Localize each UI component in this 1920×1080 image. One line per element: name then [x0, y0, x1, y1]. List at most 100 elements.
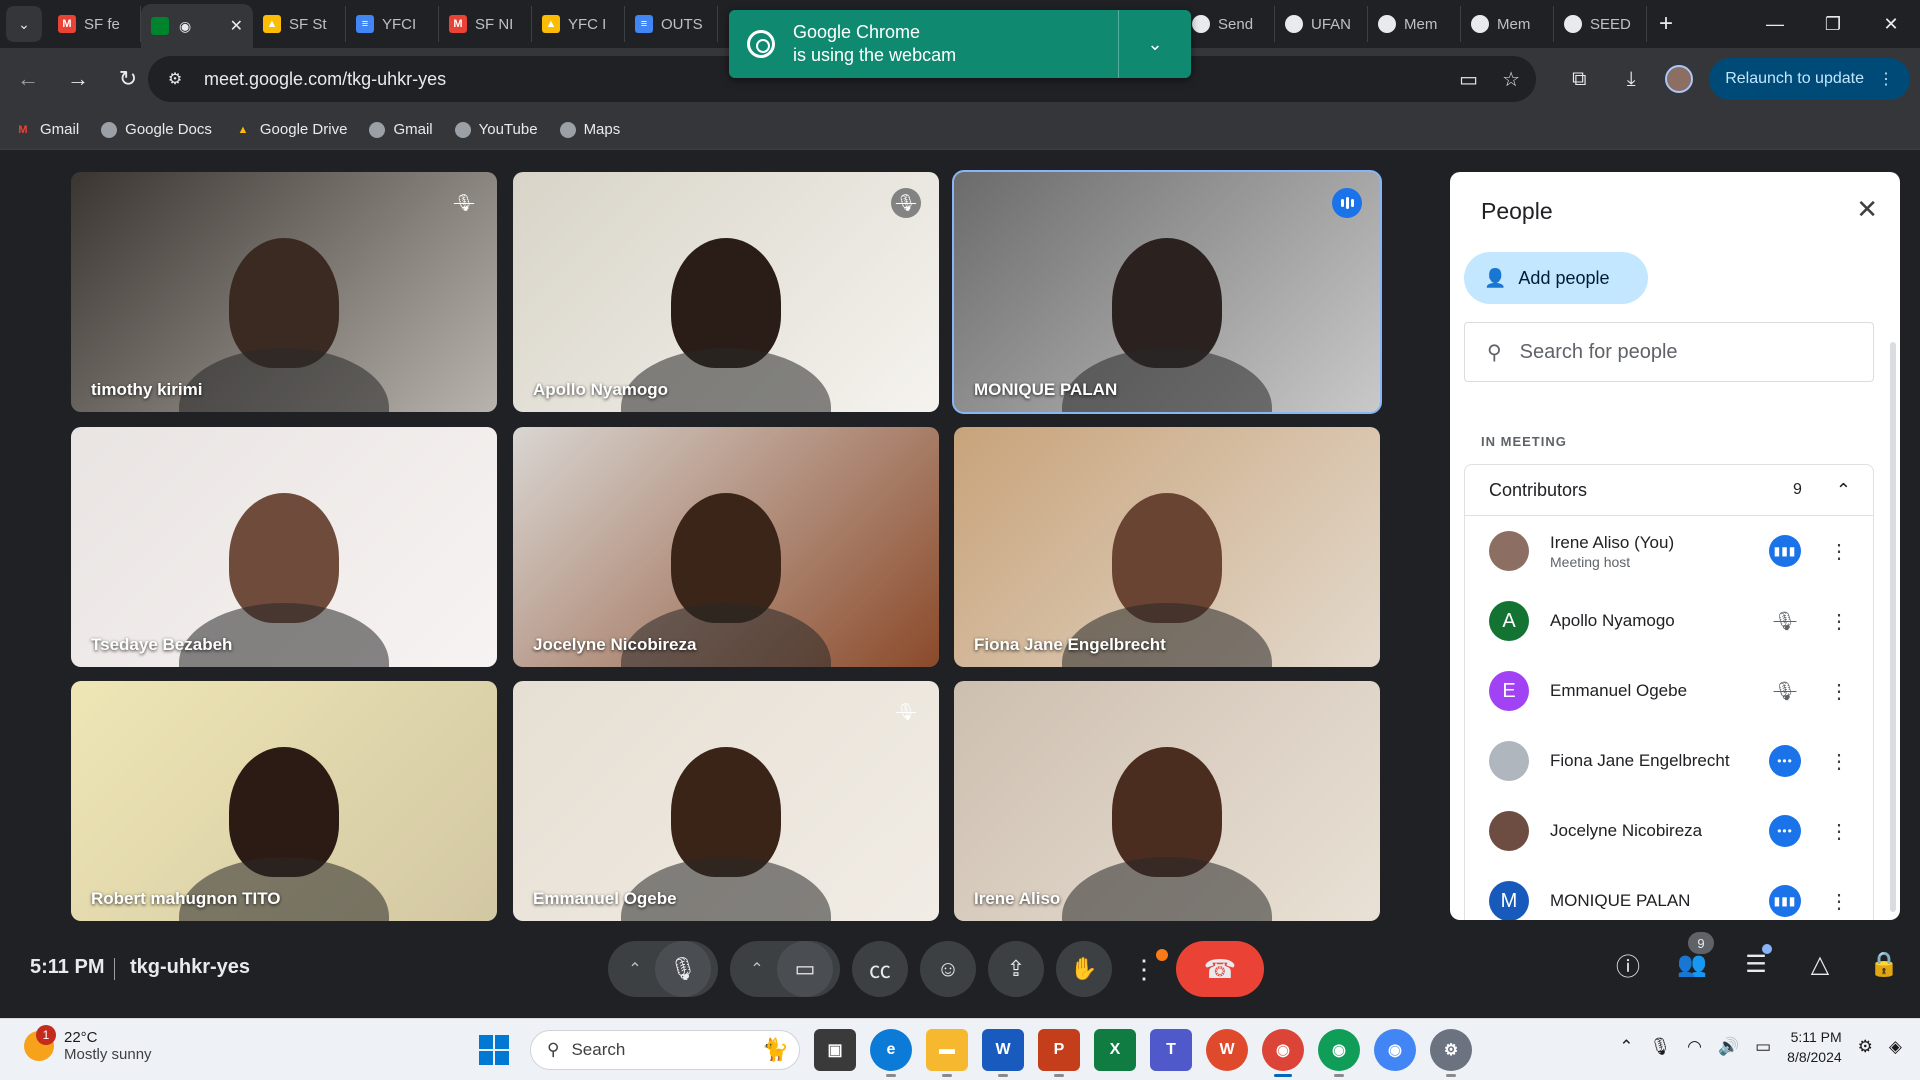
browser-tab[interactable]: Mem [1461, 6, 1554, 42]
url-text[interactable]: meet.google.com/tkg-uhkr-yes [204, 69, 446, 90]
profile-avatar[interactable] [1665, 65, 1694, 93]
taskbar-search[interactable]: ⚲ Search 🐈 [530, 1030, 800, 1070]
people-button[interactable]: 👥 9 [1676, 932, 1714, 984]
leave-call-button[interactable]: ☎ [1176, 941, 1264, 997]
chrome-profile-icon[interactable]: ◉ [1318, 1029, 1360, 1077]
relaunch-button[interactable]: Relaunch to update ⋮ [1709, 58, 1910, 100]
task-view-icon[interactable]: ▣ [814, 1029, 856, 1071]
copilot-icon[interactable]: ◈ [1889, 1037, 1902, 1057]
more-vert-icon[interactable]: ⋮ [1829, 819, 1849, 844]
video-tile[interactable]: Apollo Nyamogo 🎙 [513, 172, 939, 412]
bookmark-item[interactable]: M Gmail [14, 121, 79, 139]
bookmark-star-icon[interactable]: ☆ [1502, 67, 1520, 92]
more-vert-icon[interactable]: ⋮ [1829, 609, 1849, 634]
participant-row[interactable]: Irene Aliso (You) Meeting host ▮▮▮ ⋮ [1465, 516, 1873, 586]
weather-widget[interactable]: 1 22°C Mostly sunny [24, 1025, 152, 1063]
file-explorer-icon[interactable]: ▬ [926, 1029, 968, 1077]
browser-tab[interactable]: ▲ YFC I [532, 6, 625, 42]
browser-tab[interactable]: SEED [1554, 6, 1647, 42]
microphone-button[interactable]: 🎙 [655, 941, 711, 997]
close-panel-icon[interactable]: ✕ [1856, 194, 1878, 225]
focus-assist-icon[interactable]: ⚙ [1858, 1037, 1873, 1057]
captions-button[interactable]: ㏄ [852, 941, 908, 997]
chat-button[interactable]: ☰ [1740, 944, 1772, 984]
panel-scrollbar[interactable] [1890, 342, 1896, 912]
browser-tab[interactable]: ◉ ✕ [141, 4, 253, 48]
contributors-group[interactable]: Contributors 9 ⌃ [1464, 464, 1874, 516]
reload-button[interactable]: ↻ [106, 57, 150, 101]
chevron-down-icon[interactable]: ⌄ [1119, 34, 1191, 55]
more-vert-icon[interactable]: ⋮ [1829, 539, 1849, 564]
mic-off-icon[interactable]: 🎙 [1769, 605, 1801, 637]
video-tile[interactable]: Jocelyne Nicobireza [513, 427, 939, 667]
browser-tab[interactable]: ▲ SF St [253, 6, 346, 42]
word-icon[interactable]: W [982, 1029, 1024, 1077]
video-tile[interactable]: Tsedaye Bezabeh [71, 427, 497, 667]
mic-off-icon[interactable]: 🎙 [1769, 675, 1801, 707]
bookmark-item[interactable]: Gmail [369, 121, 433, 138]
camera-in-use-icon[interactable]: ▭ [1459, 67, 1478, 92]
video-tile[interactable]: Emmanuel Ogebe 🎙 [513, 681, 939, 921]
extensions-icon[interactable]: ⧉ [1561, 61, 1597, 97]
bookmark-item[interactable]: ▲ Google Drive [234, 121, 347, 139]
close-tab-icon[interactable]: ✕ [230, 16, 243, 36]
video-options-chevron-icon[interactable]: ⌃ [737, 959, 777, 979]
audio-options-chevron-icon[interactable]: ⌃ [615, 959, 655, 979]
chevron-up-icon[interactable]: ⌃ [1836, 480, 1851, 501]
browser-tab[interactable]: Send [1182, 6, 1275, 42]
more-vert-icon[interactable]: ⋮ [1829, 679, 1849, 704]
browser-tab[interactable]: M SF fe [48, 6, 141, 42]
battery-icon[interactable]: ▭ [1755, 1037, 1771, 1057]
video-tile[interactable]: Robert mahugnon TITO [71, 681, 497, 921]
browser-tab[interactable]: M SF NI [439, 6, 532, 42]
chevron-up-icon[interactable]: ⌃ [1619, 1037, 1633, 1057]
reactions-button[interactable]: ☺ [920, 941, 976, 997]
site-info-icon[interactable]: ⚙ [160, 64, 190, 94]
activities-button[interactable]: △ [1804, 944, 1836, 984]
participant-row[interactable]: E Emmanuel Ogebe 🎙 ⋮ [1465, 656, 1873, 726]
participant-row[interactable]: Jocelyne Nicobireza ••• ⋮ [1465, 796, 1873, 866]
wifi-icon[interactable]: ◠ [1687, 1037, 1702, 1057]
restore-icon[interactable]: ❐ [1804, 0, 1862, 48]
chrome-alt-icon[interactable]: ◉ [1374, 1029, 1416, 1071]
add-people-button[interactable]: 👤 Add people [1464, 252, 1648, 304]
tab-search-button[interactable]: ⌄ [6, 6, 42, 42]
close-window-icon[interactable]: ✕ [1862, 0, 1920, 48]
camera-button[interactable]: ▭ [777, 941, 833, 997]
new-tab-button[interactable]: + [1648, 6, 1684, 42]
webcam-notification[interactable]: Google Chrome is using the webcam ⌄ [729, 10, 1191, 78]
microphone-icon[interactable]: 🎙 [1650, 1037, 1672, 1057]
taskbar-clock[interactable]: 5:11 PM 8/8/2024 [1787, 1027, 1842, 1067]
teams-icon[interactable]: T [1150, 1029, 1192, 1071]
search-people-input[interactable]: ⚲ Search for people [1464, 322, 1874, 382]
minimize-icon[interactable]: — [1746, 0, 1804, 48]
settings-icon[interactable]: ⚙ [1430, 1029, 1472, 1077]
more-vert-icon[interactable]: ⋮ [1829, 749, 1849, 774]
excel-icon[interactable]: X [1094, 1029, 1136, 1071]
video-tile[interactable]: Irene Aliso [954, 681, 1380, 921]
bookmark-item[interactable]: Maps [559, 121, 620, 138]
edge-icon[interactable]: e [870, 1029, 912, 1077]
bookmark-item[interactable]: YouTube [454, 121, 538, 138]
volume-icon[interactable]: 🔊 [1718, 1037, 1739, 1057]
browser-tab[interactable]: ≡ OUTS [625, 6, 718, 42]
present-button[interactable]: ⇪ [988, 941, 1044, 997]
more-vert-icon[interactable]: ⋮ [1829, 889, 1849, 914]
wps-office-icon[interactable]: W [1206, 1029, 1248, 1071]
bookmark-item[interactable]: Google Docs [101, 121, 212, 138]
raise-hand-button[interactable]: ✋ [1056, 941, 1112, 997]
powerpoint-icon[interactable]: P [1038, 1029, 1080, 1077]
download-icon[interactable]: ⤓ [1613, 61, 1649, 97]
chrome-icon[interactable]: ◉ [1262, 1029, 1304, 1077]
participant-row[interactable]: M MONIQUE PALAN ▮▮▮ ⋮ [1465, 866, 1873, 920]
browser-tab[interactable]: UFAN [1275, 6, 1368, 42]
forward-button[interactable]: → [56, 57, 100, 101]
back-button[interactable]: ← [6, 57, 50, 101]
browser-tab[interactable]: Mem [1368, 6, 1461, 42]
meeting-info-button[interactable]: ⓘ [1612, 944, 1644, 984]
participant-row[interactable]: Fiona Jane Engelbrecht ••• ⋮ [1465, 726, 1873, 796]
participant-row[interactable]: A Apollo Nyamogo 🎙 ⋮ [1465, 586, 1873, 656]
video-tile[interactable]: timothy kirimi 🎙 [71, 172, 497, 412]
browser-tab[interactable]: ≡ YFCI [346, 6, 439, 42]
more-options-button[interactable]: ⋮ [1124, 941, 1168, 997]
